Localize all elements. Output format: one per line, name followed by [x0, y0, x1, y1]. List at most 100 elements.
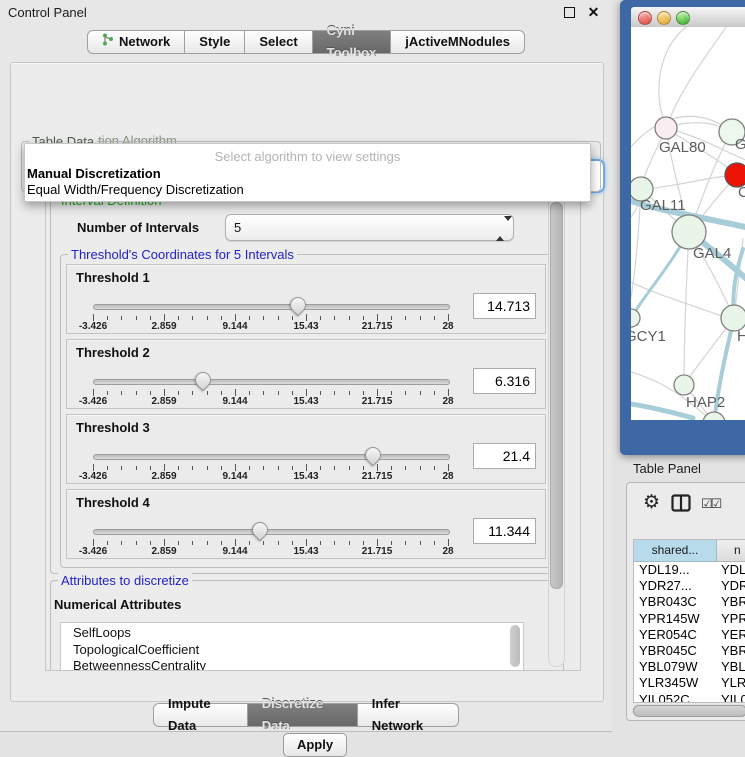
threshold-slider[interactable]: -3.4262.8599.14415.4321.71528	[93, 520, 450, 554]
cell-name[interactable]: YBL0	[721, 659, 745, 675]
node-label-hap2: HAP2	[686, 394, 725, 411]
number-of-intervals-combobox[interactable]: 5	[225, 214, 514, 241]
attribute-list-item[interactable]: BetweennessCentrality	[61, 659, 523, 671]
numerical-attributes-list[interactable]: SelfLoopsTopologicalCoefficientBetweenne…	[60, 622, 524, 671]
cell-shared-name[interactable]: YIL052C	[639, 692, 716, 703]
threshold-value-field[interactable]: 14.713	[473, 293, 536, 319]
threshold-slider[interactable]: -3.4262.8599.14415.4321.71528	[93, 370, 450, 404]
cell-shared-name[interactable]: YDR27...	[639, 578, 716, 594]
table-row[interactable]: YIL052C YIL0	[634, 692, 745, 703]
minimize-traffic-light-icon[interactable]	[657, 11, 671, 25]
threshold-value-field[interactable]: 6.316	[473, 368, 536, 394]
tab-jactivemnodules[interactable]: jActiveMNodules	[391, 30, 525, 54]
settings-scrollbar-thumb[interactable]	[550, 202, 563, 589]
cell-shared-name[interactable]: YER054C	[639, 627, 716, 643]
slider-tick	[235, 539, 236, 546]
algorithm-prompt-option[interactable]: Select algorithm to view settings	[25, 149, 590, 164]
slider-thumb[interactable]	[287, 294, 310, 317]
slider-track[interactable]	[93, 529, 450, 535]
network-node-gcy1[interactable]	[631, 309, 640, 327]
select-columns-checkboxes-icon[interactable]: ☑☑	[701, 496, 720, 512]
threshold-value-field[interactable]: 11.344	[473, 518, 536, 544]
table-row[interactable]: YER054C YER0	[634, 627, 745, 643]
threshold-slider[interactable]: -3.4262.8599.14415.4321.71528	[93, 445, 450, 479]
slider-thumb[interactable]	[192, 369, 215, 392]
slider-track[interactable]	[93, 379, 450, 385]
cell-shared-name[interactable]: YPR145W	[639, 611, 716, 627]
tab-style[interactable]: Style	[185, 30, 245, 54]
cell-name[interactable]: YPR1	[721, 611, 745, 627]
slider-tick	[292, 391, 293, 395]
table-row[interactable]: YDR27... YDR2	[634, 578, 745, 594]
column-header-name[interactable]: n	[717, 540, 745, 562]
cell-name[interactable]: YDL1	[721, 562, 745, 578]
network-window-titlebar[interactable]	[631, 7, 745, 28]
cell-shared-name[interactable]: YBR045C	[639, 643, 716, 659]
column-header-shared-name[interactable]: shared...	[634, 540, 717, 562]
slider-tick	[306, 389, 307, 396]
cell-name[interactable]: YBR0	[721, 643, 745, 659]
cell-shared-name[interactable]: YBR043C	[639, 594, 716, 610]
node-label-gal11: GAL11	[640, 197, 686, 214]
table-horizontal-scrollbar-thumb[interactable]	[633, 705, 745, 717]
popup-option-equal-width-frequency[interactable]: Equal Width/Frequency Discretization	[27, 182, 588, 197]
cell-name[interactable]: YER0	[721, 627, 745, 643]
slider-thumb[interactable]	[362, 444, 385, 467]
tab-select[interactable]: Select	[245, 30, 312, 54]
table-row[interactable]: YDL19... YDL1	[634, 562, 745, 578]
network-node-hap2[interactable]	[674, 375, 694, 395]
popup-option-manual-discretization[interactable]: Manual Discretization	[27, 166, 588, 181]
attributes-list-scrollbar[interactable]	[510, 625, 520, 667]
cell-name[interactable]: YDR2	[721, 578, 745, 594]
cyni-toolbox-panel: Discretization Algorithm Select algorith…	[10, 62, 604, 702]
threshold-label: Threshold 1	[76, 270, 150, 285]
control-panel-titlebar[interactable]: Control Panel ✕	[0, 0, 612, 26]
slider-tick	[192, 391, 193, 395]
cell-name[interactable]: YLR3	[721, 675, 745, 691]
table-row[interactable]: YLR345W YLR3	[634, 675, 745, 691]
table-row[interactable]: YBR045C YBR0	[634, 643, 745, 659]
columns-icon[interactable]	[671, 494, 691, 517]
gear-icon[interactable]: ⚙	[643, 491, 660, 514]
tab-impute-data[interactable]: Impute Data	[153, 703, 248, 727]
settings-scrollbar[interactable]	[548, 193, 565, 667]
tab-discretize-data[interactable]: Discretize Data	[248, 703, 358, 727]
slider-tick	[235, 464, 236, 471]
zoom-traffic-light-icon[interactable]	[676, 11, 690, 25]
table-horizontal-scrollbar[interactable]	[632, 704, 745, 716]
network-node-gal80[interactable]	[655, 117, 677, 139]
slider-track[interactable]	[93, 454, 450, 460]
table-row[interactable]: YBR043C YBR0	[634, 594, 745, 610]
slider-track[interactable]	[93, 304, 450, 310]
threshold-slider[interactable]: -3.4262.8599.14415.4321.71528	[93, 295, 450, 329]
table-row[interactable]: YPR145W YPR1	[634, 611, 745, 627]
network-node-gal4[interactable]	[672, 215, 706, 249]
cell-shared-name[interactable]: YBL079W	[639, 659, 716, 675]
cell-shared-name[interactable]: YDL19...	[639, 562, 716, 578]
slider-thumb[interactable]	[248, 519, 271, 542]
slider-tick	[121, 391, 122, 395]
tab-cyni-toolbox[interactable]: Cyni Toolbox	[313, 30, 392, 54]
slider-scale-label: 2.859	[151, 546, 176, 557]
slider-tick	[150, 391, 151, 395]
tab-label: Discretize Data	[262, 693, 343, 737]
threshold-label: Threshold 3	[76, 420, 150, 435]
slider-scale-label: 15.43	[293, 321, 318, 332]
network-canvas[interactable]: GAL80GACGAL11GAL4GCY1HHAP2	[631, 27, 745, 420]
cell-shared-name[interactable]: YLR345W	[639, 675, 716, 691]
float-window-icon[interactable]	[563, 6, 576, 19]
node-table[interactable]: shared... n YDL19...YDL1YDR27...YDR2YBR0…	[633, 539, 745, 703]
table-row[interactable]: YBL079W YBL0	[634, 659, 745, 675]
threshold-value-field[interactable]: 21.4	[473, 443, 536, 469]
tab-infer-network[interactable]: Infer Network	[358, 703, 459, 727]
tab-network[interactable]: Network	[87, 30, 185, 54]
cell-name[interactable]: YIL0	[721, 692, 745, 703]
network-view-window[interactable]: GAL80GACGAL11GAL4GCY1HHAP2	[620, 0, 745, 455]
cell-name[interactable]: YBR0	[721, 594, 745, 610]
slider-tick	[192, 316, 193, 320]
close-icon[interactable]: ✕	[587, 6, 600, 19]
slider-scale-label: 15.43	[293, 396, 318, 407]
attribute-list-item[interactable]: SelfLoops	[61, 626, 523, 643]
close-traffic-light-icon[interactable]	[638, 11, 652, 25]
attribute-list-item[interactable]: TopologicalCoefficient	[61, 643, 523, 660]
